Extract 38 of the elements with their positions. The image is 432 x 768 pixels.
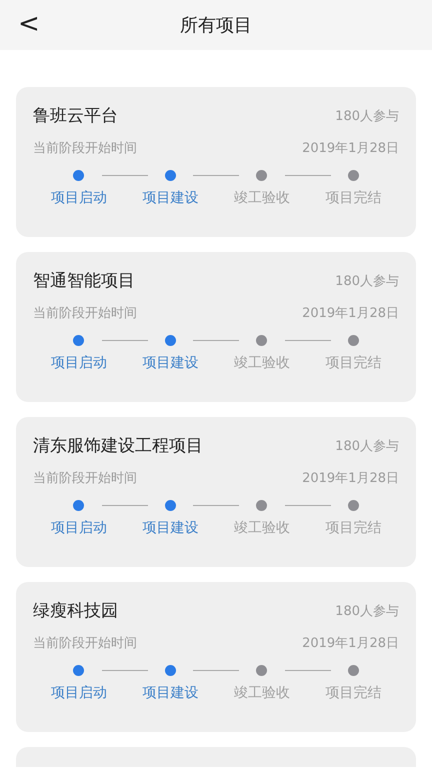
back-button[interactable]: < [14, 8, 44, 40]
stage-date: 2019年1月28日 [302, 470, 399, 488]
step-label: 项目完结 [325, 354, 382, 373]
project-name: 鲁班云平台 [33, 105, 118, 128]
stage-date: 2019年1月28日 [302, 635, 399, 653]
step-label: 项目启动 [50, 354, 107, 373]
stage-date: 2019年1月28日 [302, 305, 399, 323]
project-card[interactable]: 智通智能项目 180人参与 当前阶段开始时间 2019年1月28日 项目启动 项目建设 竣工验收 项目完结 [16, 252, 416, 402]
step-label: 项目完结 [325, 519, 382, 538]
step-label: 项目启动 [50, 189, 107, 208]
step-label: 项目建设 [142, 354, 198, 373]
project-name: 绿瘦科技园 [33, 600, 118, 623]
step-label: 项目启动 [50, 519, 107, 538]
stage-label: 当前阶段开始时间 [33, 140, 137, 158]
page-title: 所有项目 [180, 14, 252, 37]
stage-label: 当前阶段开始时间 [33, 470, 137, 488]
step-label: 竣工验收 [234, 354, 290, 373]
participant-count: 180人参与 [335, 273, 399, 290]
step-label: 项目完结 [325, 684, 382, 703]
step-label: 项目启动 [50, 684, 107, 703]
project-name: 智通智能项目 [33, 270, 135, 293]
step-label: 项目建设 [142, 684, 198, 703]
step-label: 项目建设 [142, 519, 198, 538]
participant-count: 180人参与 [335, 108, 399, 125]
participant-count: 180人参与 [335, 603, 399, 620]
project-card[interactable]: 绿瘦科技园 180人参与 当前阶段开始时间 2019年1月28日 项目启动 项目建设 竣工验收 项目完结 [16, 582, 416, 732]
project-card[interactable]: 清东服饰建设工程项目 180人参与 当前阶段开始时间 2019年1月28日 项目启动 项目建设 竣工验收 项目完结 [16, 417, 416, 567]
stage-label: 当前阶段开始时间 [33, 305, 137, 323]
step-label: 项目建设 [142, 189, 198, 208]
step-label: 竣工验收 [234, 519, 290, 538]
participant-count: 180人参与 [335, 438, 399, 455]
step-label: 项目完结 [325, 189, 382, 208]
project-card[interactable]: 鲁班云平台 180人参与 当前阶段开始时间 2019年1月28日 项目启动 项目建设 竣工验收 项目完结 [16, 87, 416, 237]
stage-date: 2019年1月28日 [302, 140, 399, 158]
project-name: 清东服饰建设工程项目 [33, 435, 203, 458]
step-label: 竣工验收 [234, 189, 290, 208]
stage-label: 当前阶段开始时间 [33, 635, 137, 653]
step-label: 竣工验收 [234, 684, 290, 703]
